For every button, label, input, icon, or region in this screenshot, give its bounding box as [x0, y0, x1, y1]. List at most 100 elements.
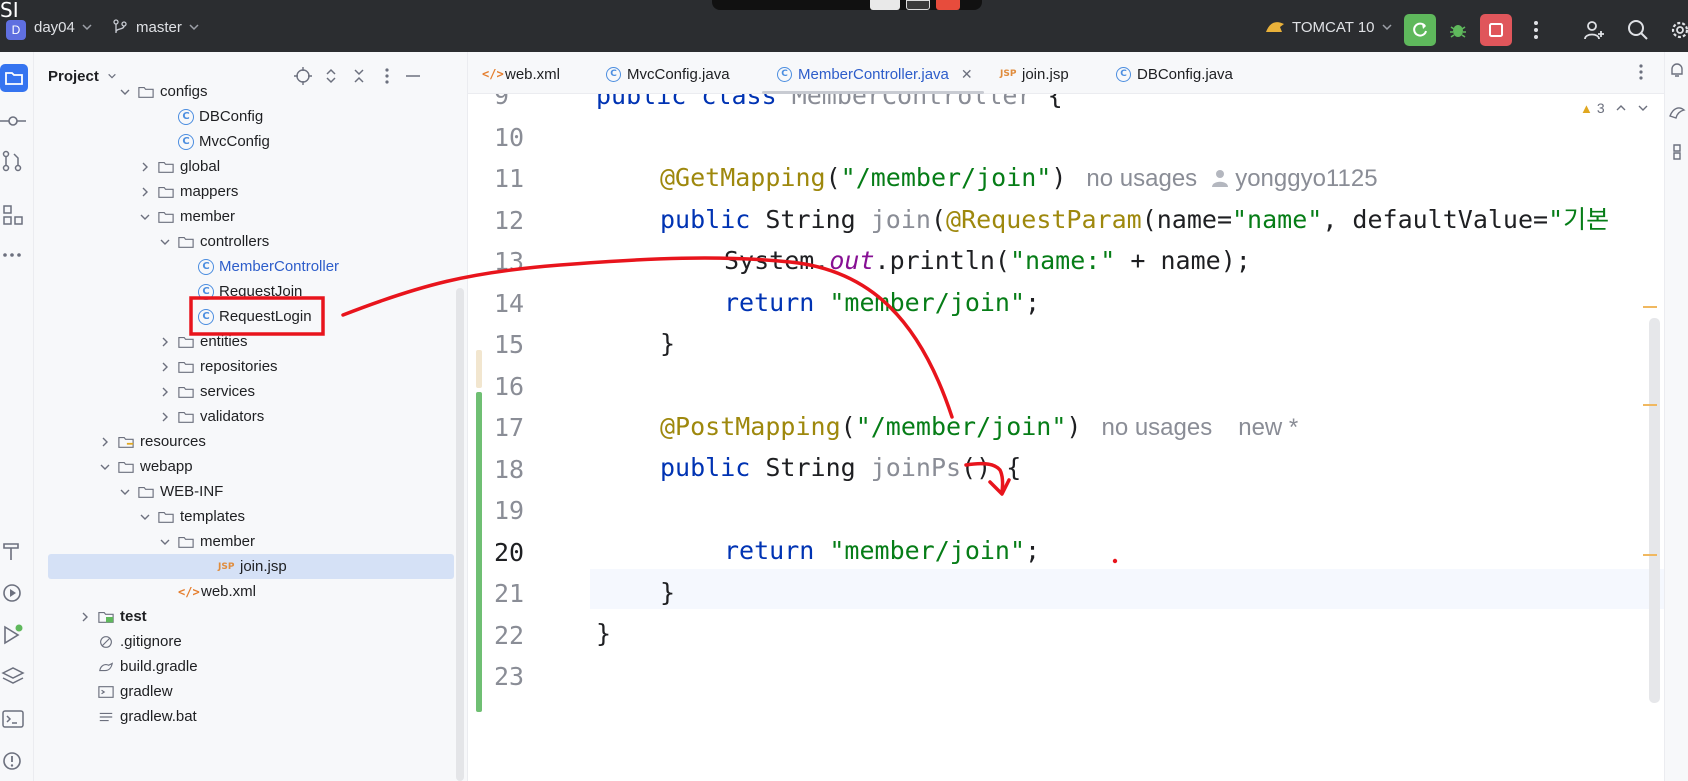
chevron-right-icon[interactable]: [78, 610, 92, 624]
tab-dbconfig[interactable]: C DBConfig.java: [1116, 63, 1233, 85]
chevron-down-icon[interactable]: [138, 210, 152, 224]
tree-item[interactable]: services: [34, 379, 454, 404]
tab-join-jsp[interactable]: JSP join.jsp: [1000, 63, 1069, 85]
more-vertical-icon[interactable]: [1524, 18, 1548, 42]
tree-item[interactable]: member: [34, 204, 454, 229]
tree-item[interactable]: JSP join.jsp: [48, 554, 454, 579]
tree-item[interactable]: global: [34, 154, 454, 179]
tree-item[interactable]: resources: [34, 429, 454, 454]
tree-item[interactable]: C RequestJoin: [34, 279, 454, 304]
warning-marker[interactable]: [1643, 404, 1657, 406]
tree-item[interactable]: controllers: [34, 229, 454, 254]
tree-item[interactable]: templates: [34, 504, 454, 529]
chevron-right-icon[interactable]: [158, 385, 172, 399]
tree-item[interactable]: C RequestLogin: [34, 304, 454, 329]
tree-item[interactable]: mappers: [34, 179, 454, 204]
tree-item[interactable]: C MemberController: [34, 254, 454, 279]
chevron-down-icon[interactable]: [158, 535, 172, 549]
chevron-down-icon[interactable]: [158, 235, 172, 249]
author-hint[interactable]: new *: [1238, 414, 1298, 441]
branch-switcher[interactable]: master: [112, 17, 200, 37]
editor-scrollbar[interactable]: [1649, 318, 1660, 703]
line-number[interactable]: 20: [494, 533, 534, 573]
chevron-up-icon[interactable]: [1615, 102, 1627, 114]
tree-item[interactable]: C DBConfig: [34, 104, 454, 129]
tree-item[interactable]: .gitignore: [34, 629, 454, 654]
line-number[interactable]: 9: [494, 94, 534, 116]
chevron-down-icon[interactable]: [138, 510, 152, 524]
tree-item[interactable]: member: [34, 529, 454, 554]
rerun-button[interactable]: [1404, 14, 1436, 46]
commit-icon[interactable]: [0, 108, 26, 134]
usages-hint[interactable]: no usages: [1086, 165, 1197, 192]
usages-hint[interactable]: no usages: [1101, 414, 1212, 441]
tree-item[interactable]: gradlew: [34, 679, 454, 704]
chevron-down-icon[interactable]: [1637, 102, 1649, 114]
inspection-widget[interactable]: ▲ 3: [1580, 100, 1649, 116]
tree-item[interactable]: C MvcConfig: [34, 129, 454, 154]
line-number[interactable]: 21: [494, 574, 534, 614]
problems-icon[interactable]: [0, 748, 26, 774]
stop-button[interactable]: [1480, 14, 1512, 46]
line-number[interactable]: 16: [494, 367, 534, 407]
run-config-selector[interactable]: TOMCAT 10: [1264, 17, 1393, 37]
line-number[interactable]: 22: [494, 616, 534, 656]
close-icon[interactable]: ✕: [961, 66, 973, 83]
chevron-right-icon[interactable]: [98, 435, 112, 449]
layers-icon[interactable]: [0, 664, 26, 690]
line-number[interactable]: 13: [494, 242, 534, 282]
tree-item[interactable]: webapp: [34, 454, 454, 479]
tree-item[interactable]: test: [34, 604, 454, 629]
pull-requests-icon[interactable]: [0, 148, 26, 174]
project-tool-icon[interactable]: [0, 64, 28, 92]
services-icon[interactable]: [0, 580, 26, 606]
chevron-right-icon[interactable]: [158, 360, 172, 374]
warning-marker[interactable]: [1643, 306, 1657, 308]
python-console-icon[interactable]: [1667, 142, 1687, 167]
chevron-right-icon[interactable]: [138, 160, 152, 174]
tabs-more-icon[interactable]: [1630, 62, 1652, 84]
line-number[interactable]: 23: [494, 657, 534, 697]
tree-item[interactable]: build.gradle: [34, 654, 454, 679]
project-badge[interactable]: D: [6, 20, 26, 40]
tree-item[interactable]: entities: [34, 329, 454, 354]
terminal-icon[interactable]: [0, 706, 26, 732]
tree-item[interactable]: gradlew.bat: [34, 704, 454, 729]
tree-item[interactable]: configs: [34, 79, 454, 104]
line-number[interactable]: 10: [494, 118, 534, 158]
code-editor[interactable]: 9 10 11 12 13 14 15 16 17 18 19 20 21 22 23 public cla…: [468, 94, 1664, 781]
more-horizontal-icon[interactable]: [0, 242, 26, 268]
build-hammer-icon[interactable]: [0, 538, 26, 564]
run-icon[interactable]: [0, 622, 26, 648]
add-user-icon[interactable]: [1582, 18, 1606, 42]
line-number[interactable]: 17: [494, 408, 534, 448]
line-number[interactable]: 18: [494, 450, 534, 490]
chevron-down-icon[interactable]: [98, 460, 112, 474]
project-switcher[interactable]: day04: [34, 17, 93, 37]
ai-assistant-icon[interactable]: [1667, 102, 1687, 127]
tree-item[interactable]: repositories: [34, 354, 454, 379]
tree-item[interactable]: </> web.xml: [34, 579, 454, 604]
chevron-down-icon[interactable]: [118, 485, 132, 499]
structure-icon[interactable]: [0, 202, 26, 228]
chevron-right-icon[interactable]: [158, 410, 172, 424]
settings-gear-icon[interactable]: [1668, 18, 1688, 42]
tree-item[interactable]: validators: [34, 404, 454, 429]
tab-mvcconfig[interactable]: C MvcConfig.java: [606, 63, 730, 85]
line-number[interactable]: 15: [494, 325, 534, 365]
tree-item[interactable]: WEB-INF: [34, 479, 454, 504]
chevron-right-icon[interactable]: [158, 335, 172, 349]
tab-web-xml[interactable]: </> web.xml: [482, 63, 560, 85]
line-number[interactable]: 19: [494, 491, 534, 531]
search-icon[interactable]: [1626, 18, 1650, 42]
line-number[interactable]: 12: [494, 201, 534, 241]
line-number[interactable]: 14: [494, 284, 534, 324]
warning-marker[interactable]: [1643, 554, 1657, 556]
tab-membercontroller[interactable]: C MemberController.java ✕: [777, 63, 973, 85]
chevron-right-icon[interactable]: [138, 185, 152, 199]
chevron-down-icon[interactable]: [118, 85, 132, 99]
debug-icon[interactable]: [1446, 18, 1470, 42]
project-scrollbar[interactable]: [456, 288, 464, 781]
line-number[interactable]: 11: [494, 159, 534, 199]
author-hint[interactable]: yonggyo1125: [1211, 165, 1378, 192]
